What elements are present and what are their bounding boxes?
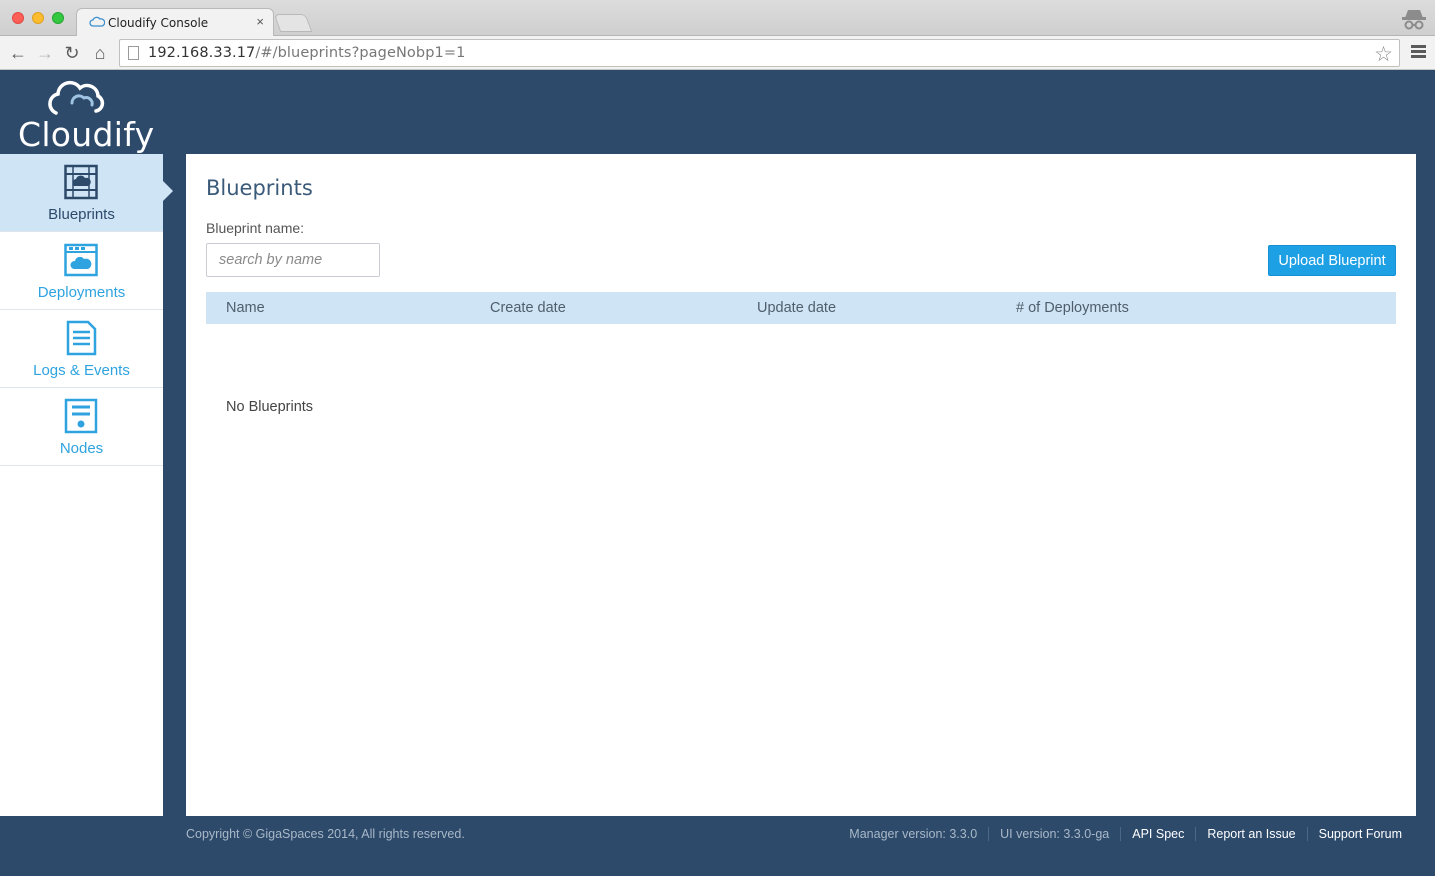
home-icon[interactable]: ⌂ [90,42,110,64]
deployments-icon [64,243,98,277]
logo-text: Cloudify [18,115,155,154]
sidebar-item-blueprints[interactable]: Blueprints [0,154,163,232]
sidebar-item-nodes[interactable]: Nodes [0,388,163,466]
app-header: Cloudify [0,71,1435,154]
empty-table-message: No Blueprints [226,399,314,415]
table-header: Name Create date Update date # of Deploy… [206,292,1396,324]
column-header-update-date[interactable]: Update date [757,300,836,316]
bookmark-star-icon[interactable]: ☆ [1374,42,1393,67]
support-forum-link[interactable]: Support Forum [1306,827,1413,841]
sidebar-item-logs-events[interactable]: Logs & Events [0,310,163,388]
sidebar: Blueprints Deployments Logs & Events Nod… [0,154,163,816]
blueprints-icon [64,164,98,200]
report-issue-link[interactable]: Report an Issue [1195,827,1306,841]
reload-icon[interactable]: ↻ [62,42,82,64]
tab-title: Cloudify Console [108,16,209,30]
browser-toolbar: ← → ↻ ⌂ 192.168.33.17/#/blueprints?pageN… [0,36,1435,70]
new-tab-button[interactable] [273,14,313,32]
column-header-name[interactable]: Name [226,300,265,316]
browser-titlebar: Cloudify Console × [0,0,1435,36]
active-indicator-arrow [163,181,173,201]
search-input[interactable] [206,243,380,277]
forward-arrow-icon[interactable]: → [35,42,55,64]
incognito-icon [1402,10,1426,30]
browser-tab[interactable]: Cloudify Console × [76,8,274,36]
back-arrow-icon[interactable]: ← [8,42,28,64]
column-header-deployments[interactable]: # of Deployments [1016,300,1129,316]
nodes-icon [64,398,98,434]
maximize-window-button[interactable] [52,12,64,24]
api-spec-link[interactable]: API Spec [1120,827,1195,841]
manager-version: Manager version: 3.3.0 [849,827,978,841]
url-text: 192.168.33.17/#/blueprints?pageNobp1=1 [148,45,466,61]
sidebar-item-label: Logs & Events [33,362,130,379]
footer-links: Manager version: 3.3.0 UI version: 3.3.0-… [838,827,1413,841]
page-icon [128,46,139,60]
footer: Copyright © GigaSpaces 2014, All rights … [0,816,1435,876]
browser-menu-icon[interactable] [1411,45,1426,59]
cloud-favicon-icon [89,16,105,27]
address-bar[interactable]: 192.168.33.17/#/blueprints?pageNobp1=1 ☆ [119,39,1400,67]
page-title: Blueprints [206,176,313,200]
upload-blueprint-button[interactable]: Upload Blueprint [1268,245,1396,276]
cloudify-logo[interactable]: Cloudify [18,75,154,154]
cloud-logo-icon [48,80,105,115]
ui-version: UI version: 3.3.0-ga [988,827,1120,841]
tab-close-icon[interactable]: × [256,14,264,29]
column-header-create-date[interactable]: Create date [490,300,566,316]
copyright-text: Copyright © GigaSpaces 2014, All rights … [186,827,465,841]
sidebar-item-label: Deployments [37,284,126,301]
search-label: Blueprint name: [206,220,305,236]
sidebar-item-label: Blueprints [48,206,115,223]
logs-icon [66,320,97,356]
minimize-window-button[interactable] [32,12,44,24]
sidebar-item-deployments[interactable]: Deployments [0,232,163,310]
main-panel: Blueprints Blueprint name: Upload Bluepr… [186,154,1416,816]
sidebar-item-label: Nodes [59,440,104,457]
close-window-button[interactable] [12,12,24,24]
